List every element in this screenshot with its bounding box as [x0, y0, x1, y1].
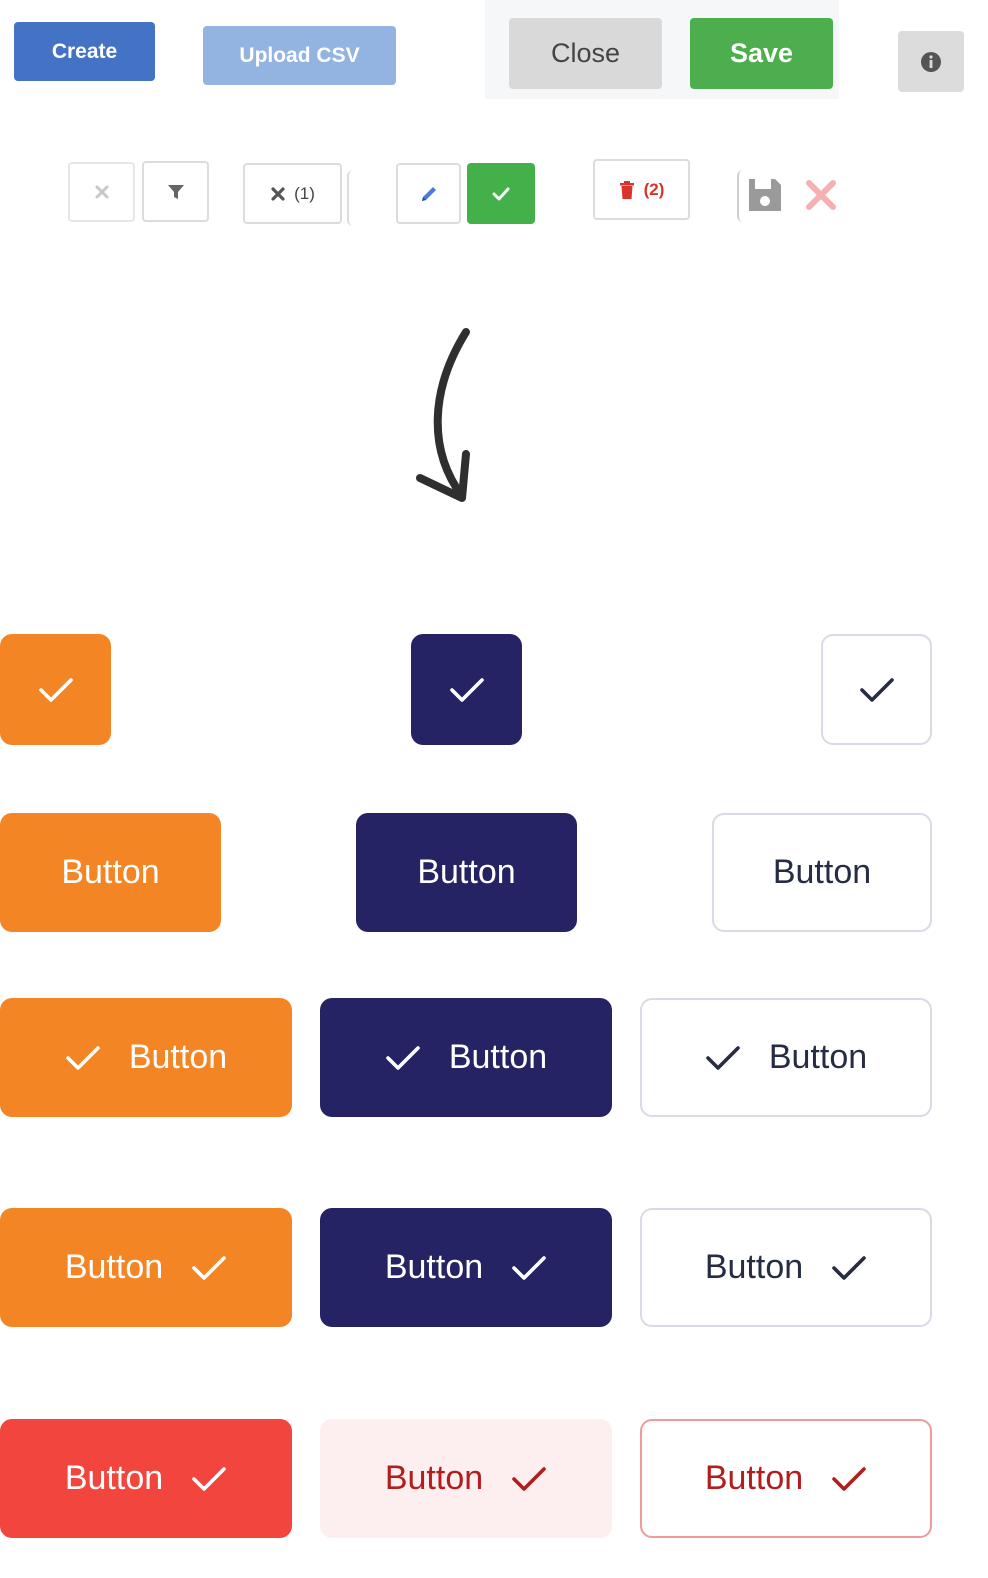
check-icon — [859, 676, 895, 704]
clear-filters-button[interactable]: (1) — [243, 163, 342, 224]
check-icon — [449, 676, 485, 704]
check-icon — [831, 1465, 867, 1493]
info-button[interactable] — [898, 31, 964, 92]
icon-button-navy[interactable] — [411, 634, 522, 745]
info-circle-icon — [920, 51, 942, 73]
close-icon — [803, 177, 839, 213]
button-label: Button — [384, 1459, 484, 1497]
check-icon — [705, 1044, 741, 1072]
curved-arrow-down-icon — [400, 320, 490, 510]
button-label: Button — [768, 1038, 868, 1076]
trash-icon — [619, 180, 635, 200]
button-label: Button — [772, 853, 872, 891]
button-label: Button — [61, 853, 160, 891]
delete-count: (2) — [643, 179, 665, 199]
floppy-disk-icon — [746, 176, 784, 214]
button-label: Button — [128, 1038, 228, 1076]
check-icon — [191, 1254, 227, 1282]
clear-button[interactable] — [68, 162, 135, 222]
filter-button[interactable] — [142, 161, 209, 222]
upload-csv-button[interactable]: Upload CSV — [203, 26, 396, 85]
button-label: Button — [384, 1248, 484, 1286]
cancel-icon-button[interactable] — [801, 175, 841, 215]
leading-icon-button-outline[interactable]: Button — [640, 998, 932, 1117]
close-button[interactable]: Close — [509, 18, 662, 89]
divider — [347, 170, 353, 226]
danger-button-outline[interactable]: Button — [640, 1419, 932, 1538]
confirm-button[interactable] — [467, 163, 535, 224]
trailing-icon-button-navy[interactable]: Button — [320, 1208, 612, 1327]
icon-button-outline[interactable] — [821, 634, 932, 745]
save-button[interactable]: Save — [690, 18, 833, 89]
danger-button-soft[interactable]: Button — [320, 1419, 612, 1538]
danger-button-solid[interactable]: Button — [0, 1419, 292, 1538]
check-icon — [511, 1465, 547, 1493]
text-button-navy[interactable]: Button — [356, 813, 577, 932]
divider — [737, 170, 743, 222]
close-icon — [94, 184, 110, 200]
leading-icon-button-navy[interactable]: Button — [320, 998, 612, 1117]
check-icon — [491, 186, 511, 202]
button-label: Button — [704, 1459, 804, 1497]
delete-button[interactable]: (2) — [593, 159, 690, 220]
icon-button-orange[interactable] — [0, 634, 111, 745]
edit-button[interactable] — [396, 163, 461, 224]
button-label: Button — [448, 1038, 548, 1076]
filter-icon — [166, 182, 186, 202]
trailing-icon-button-outline[interactable]: Button — [640, 1208, 932, 1327]
check-icon — [831, 1254, 867, 1282]
check-icon — [511, 1254, 547, 1282]
button-label: Button — [64, 1459, 164, 1497]
clear-filters-count: (1) — [294, 183, 315, 203]
check-icon — [65, 1044, 101, 1072]
save-icon-button[interactable] — [745, 175, 785, 215]
text-button-orange[interactable]: Button — [0, 813, 221, 932]
button-label: Button — [417, 853, 516, 891]
close-icon — [270, 186, 286, 202]
create-button[interactable]: Create — [14, 22, 155, 81]
text-button-outline[interactable]: Button — [712, 813, 932, 932]
button-label: Button — [64, 1248, 164, 1286]
check-icon — [385, 1044, 421, 1072]
leading-icon-button-orange[interactable]: Button — [0, 998, 292, 1117]
button-label: Button — [704, 1248, 804, 1286]
check-icon — [38, 676, 74, 704]
check-icon — [191, 1465, 227, 1493]
pencil-icon — [418, 183, 440, 205]
trailing-icon-button-orange[interactable]: Button — [0, 1208, 292, 1327]
